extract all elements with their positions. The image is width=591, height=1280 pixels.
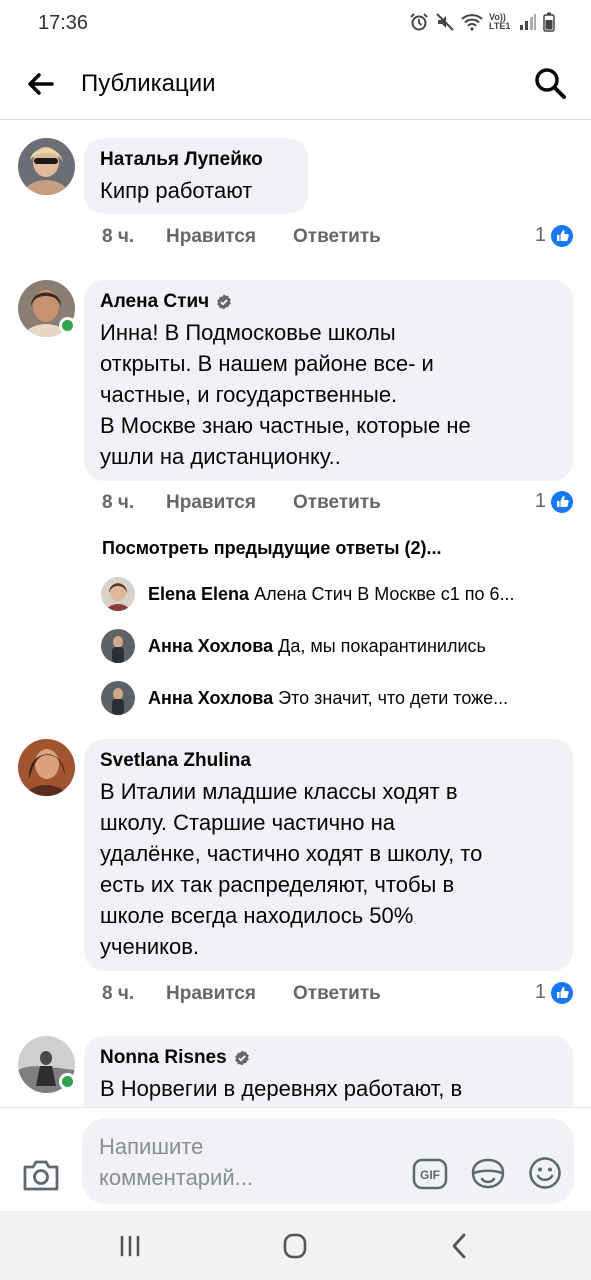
reply-button[interactable]: Ответить xyxy=(293,492,381,514)
network-label: Vo)) LTE1 xyxy=(489,12,511,31)
like-reaction-icon xyxy=(551,981,573,1004)
verified-badge-icon xyxy=(234,1050,249,1066)
comment-composer: Напишите комментарий... GIF xyxy=(0,1107,591,1211)
reply-row[interactable]: Elena Elena Алена Стич В Москве с1 по 6.… xyxy=(101,577,571,611)
comment-author[interactable]: Svetlana Zhulina xyxy=(100,749,557,773)
comment-author[interactable]: Nonna Risnes xyxy=(100,1046,557,1070)
back-icon[interactable] xyxy=(444,1231,476,1261)
comment-time: 8 ч. xyxy=(102,983,135,1004)
avatar[interactable] xyxy=(101,681,135,715)
system-nav-bar xyxy=(0,1211,591,1280)
gif-icon[interactable]: GIF xyxy=(412,1158,448,1190)
reply-row[interactable]: Анна Хохлова Да, мы покарантинились xyxy=(101,629,571,663)
status-bar: 17:36 Vo)) LTE1 xyxy=(0,0,591,48)
wifi-icon xyxy=(461,14,483,31)
reply-author[interactable]: Анна Хохлова xyxy=(148,636,273,656)
comment-input[interactable]: Напишите комментарий... GIF xyxy=(82,1118,574,1204)
comment-actions: 8 ч. Нравится Ответить xyxy=(102,983,381,1005)
comment-bubble: Наталья Лупейко Кипр работают xyxy=(84,138,308,214)
reply-row[interactable]: Анна Хохлова Это значит, что дети тоже..… xyxy=(101,681,571,715)
comment-time: 8 ч. xyxy=(102,226,135,247)
comment-text: Кипр работают xyxy=(100,178,253,203)
avatar[interactable] xyxy=(18,138,75,195)
like-reaction-icon xyxy=(551,224,573,247)
comment-time: 8 ч. xyxy=(102,492,135,513)
emoji-icon[interactable] xyxy=(528,1156,562,1190)
mute-icon xyxy=(436,13,454,31)
comment-actions: 8 ч. Нравится Ответить xyxy=(102,226,381,248)
reply-button[interactable]: Ответить xyxy=(293,226,381,248)
reply-text: Да, мы покарантинились xyxy=(278,635,486,656)
comment-text: В Италии младшие классы ходят в школу. С… xyxy=(100,779,483,959)
comment-bubble: Алена Стич Инна! В Подмосковье школы отк… xyxy=(84,280,573,481)
like-button[interactable]: Нравится xyxy=(166,492,293,514)
battery-icon xyxy=(543,12,555,32)
reply-text: Алена Стич В Москве с1 по 6... xyxy=(254,583,515,604)
status-icons: Vo)) LTE1 xyxy=(409,12,555,32)
alarm-icon xyxy=(410,13,428,31)
comment-text: Инна! В Подмосковье школы открыты. В наш… xyxy=(100,320,471,469)
comment-author[interactable]: Наталья Лупейко xyxy=(100,148,292,172)
comment-text: В Норвегии в деревнях работают, в xyxy=(100,1076,463,1101)
comment-bubble: Svetlana Zhulina В Италии младшие классы… xyxy=(84,739,573,971)
app-header: Публикации xyxy=(0,48,591,120)
avatar[interactable] xyxy=(101,577,135,611)
search-icon[interactable] xyxy=(533,66,567,100)
recent-apps-icon[interactable] xyxy=(114,1231,146,1261)
like-button[interactable]: Нравится xyxy=(166,983,293,1005)
reaction-count[interactable]: 1 xyxy=(535,490,573,513)
reaction-count[interactable]: 1 xyxy=(535,224,573,247)
like-button[interactable]: Нравится xyxy=(166,226,293,248)
reply-author[interactable]: Анна Хохлова xyxy=(148,688,273,708)
view-previous-replies-link[interactable]: Посмотреть предыдущие ответы (2)... xyxy=(102,538,442,559)
reply-button[interactable]: Ответить xyxy=(293,983,381,1005)
comments-list: Наталья Лупейко Кипр работают 8 ч. Нрави… xyxy=(0,121,591,1107)
reply-author[interactable]: Elena Elena xyxy=(148,584,249,604)
comment-author[interactable]: Алена Стич xyxy=(100,290,557,314)
verified-badge-icon xyxy=(217,294,231,310)
signal-icon xyxy=(520,14,536,30)
avatar[interactable] xyxy=(18,739,75,796)
page-title: Публикации xyxy=(81,70,216,97)
status-time: 17:36 xyxy=(38,12,89,34)
online-status-icon xyxy=(59,1073,76,1090)
back-arrow-icon[interactable] xyxy=(24,68,56,100)
reply-text: Это значит, что дети тоже... xyxy=(278,687,509,708)
comment-actions: 8 ч. Нравится Ответить xyxy=(102,492,381,514)
avatar[interactable] xyxy=(101,629,135,663)
online-status-icon xyxy=(59,317,76,334)
like-reaction-icon xyxy=(551,490,573,513)
comment-bubble: Nonna Risnes В Норвегии в деревнях работ… xyxy=(84,1036,573,1107)
sticker-icon[interactable] xyxy=(470,1157,506,1191)
comment-placeholder: Напишите комментарий... xyxy=(99,1134,253,1190)
home-icon[interactable] xyxy=(279,1231,311,1261)
camera-icon[interactable] xyxy=(22,1158,60,1192)
reaction-count[interactable]: 1 xyxy=(535,981,573,1004)
svg-text:GIF: GIF xyxy=(420,1168,440,1182)
